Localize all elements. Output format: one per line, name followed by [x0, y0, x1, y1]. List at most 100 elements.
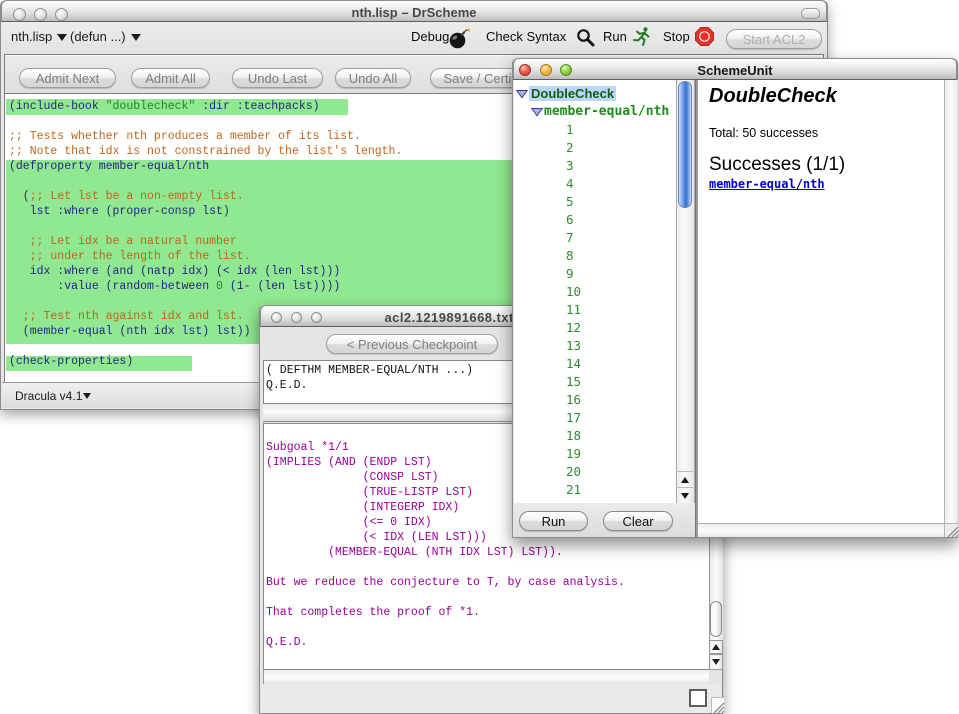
test-result-link[interactable]: member-equal/nth — [709, 177, 825, 191]
report-panel[interactable]: DoubleCheck Total: 50 successes Successe… — [698, 80, 944, 523]
code-line: (check-properties) — [9, 354, 133, 369]
toolbar-button-undo-all[interactable]: Undo All — [335, 68, 411, 88]
tree-case-item[interactable]: 9 — [566, 265, 574, 283]
defun-menu-label: (defun ...) — [70, 29, 126, 44]
code-line: ;; Note that idx is not constrained by t… — [9, 144, 402, 159]
chevron-down-icon — [131, 34, 141, 41]
report-scrollbar-track[interactable] — [944, 80, 958, 523]
proof-line: Q.E.D. — [266, 635, 307, 650]
scroll-up-arrow[interactable] — [709, 640, 723, 654]
file-popup-menu[interactable]: nth.lisp — [11, 29, 67, 44]
dracula-version-menu[interactable]: Dracula v4.1 — [15, 389, 82, 403]
proof-line: (TRUE-LISTP LST) — [266, 485, 473, 500]
up-triangle-icon — [712, 644, 720, 650]
scroll-down-arrow[interactable] — [676, 487, 693, 503]
run-tests-button[interactable]: Run — [519, 511, 588, 531]
drscheme-titlebar[interactable]: nth.lisp – DrScheme — [1, 0, 827, 22]
acl2-scrollbar-thumb[interactable] — [710, 601, 722, 637]
run-button[interactable]: Run — [603, 29, 627, 44]
tree-case-item[interactable]: 21 — [566, 481, 581, 499]
tree-case-item[interactable]: 15 — [566, 373, 581, 391]
clear-results-button[interactable]: Clear — [603, 511, 673, 531]
tree-case-item[interactable]: 3 — [566, 157, 574, 175]
code-line: :value (random-between 0 (1- (len lst)))… — [9, 279, 340, 294]
test-tree-panel[interactable]: DoubleCheck member-equal/nth 12345678910… — [514, 80, 676, 503]
tree-case-item[interactable]: 5 — [566, 193, 574, 211]
toolbar-button-admit-all[interactable]: Admit All — [131, 68, 210, 88]
code-line: (member-equal (nth idx lst) lst)) — [9, 324, 251, 339]
tree-case-item[interactable]: 19 — [566, 445, 581, 463]
tree-case-item[interactable]: 6 — [566, 211, 574, 229]
acl2-statusbar — [261, 684, 721, 713]
proof-line: (<= 0 IDX) — [266, 515, 432, 530]
down-triangle-icon — [712, 659, 720, 665]
tree-case-item[interactable]: 1 — [566, 121, 574, 139]
tree-case-item[interactable]: 18 — [566, 427, 581, 445]
tree-case-item[interactable]: 14 — [566, 355, 581, 373]
report-successes-heading: Successes (1/1) — [709, 154, 845, 176]
gc-indicator — [689, 689, 707, 707]
stop-button[interactable]: Stop — [663, 29, 690, 44]
proof-line: (MEMBER-EQUAL (NTH IDX LST) LST)). — [266, 545, 563, 560]
tree-root-label[interactable]: DoubleCheck — [529, 86, 616, 101]
proof-line: (IMPLIES (AND (ENDP LST) — [266, 455, 432, 470]
bomb-icon[interactable] — [448, 26, 470, 50]
acl2-hscrollbar-track[interactable] — [263, 670, 709, 684]
drscheme-menu-row: nth.lisp (defun ...) Debug Check Syntax … — [2, 22, 826, 54]
proof-line: Subgoal *1/1 — [266, 440, 349, 455]
code-line: ;; Let idx be a natural number — [9, 234, 237, 249]
previous-checkpoint-button[interactable]: < Previous Checkpoint — [326, 334, 498, 354]
chevron-down-icon — [83, 393, 91, 399]
proof-line: That completes the proof of *1. — [266, 605, 480, 620]
defun-popup-menu[interactable]: (defun ...) — [70, 29, 141, 44]
tree-scrollbar-thumb[interactable] — [678, 81, 692, 208]
proof-line: (INTEGERP IDX) — [266, 500, 459, 515]
toolbar-button-admit-next[interactable]: Admit Next — [19, 68, 116, 88]
report-total: Total: 50 successes — [709, 126, 818, 140]
tree-child-label[interactable]: member-equal/nth — [544, 104, 669, 119]
tree-case-item[interactable]: 20 — [566, 463, 581, 481]
code-line: (defproperty member-equal/nth — [9, 159, 209, 174]
tree-case-item[interactable]: 13 — [566, 337, 581, 355]
chevron-down-icon — [57, 34, 67, 41]
check-syntax-button[interactable]: Check Syntax — [486, 29, 566, 44]
stop-icon[interactable] — [695, 27, 714, 46]
tree-case-item[interactable]: 10 — [566, 283, 581, 301]
code-line: ;; under the length of the list. — [9, 249, 251, 264]
schemeunit-window: SchemeUnit DoubleCheck member-equal/nth … — [512, 58, 958, 538]
runner-icon[interactable] — [632, 26, 651, 48]
schemeunit-window-title: SchemeUnit — [514, 63, 956, 78]
tree-case-item[interactable]: 8 — [566, 247, 574, 265]
report-heading: DoubleCheck — [709, 85, 837, 108]
schemeunit-titlebar[interactable]: SchemeUnit — [513, 58, 957, 80]
code-line: (include-book "doublecheck" :dir :teachp… — [9, 99, 320, 114]
report-hscrollbar-track[interactable] — [698, 523, 944, 537]
tree-case-item[interactable]: 11 — [566, 301, 581, 319]
up-triangle-icon — [681, 477, 689, 483]
disclosure-triangle-icon[interactable] — [531, 106, 543, 118]
down-triangle-icon — [681, 493, 689, 499]
resize-grip[interactable] — [944, 523, 958, 537]
scroll-down-arrow[interactable] — [709, 654, 723, 670]
start-acl2-button[interactable]: Start ACL2 — [726, 29, 822, 49]
proof-line: (CONSP LST) — [266, 470, 439, 485]
code-line: ;; Tests whether nth produces a member o… — [9, 129, 361, 144]
summary-line: Q.E.D. — [266, 378, 307, 393]
toolbar-button-undo-last[interactable]: Undo Last — [232, 68, 323, 88]
tree-case-item[interactable]: 2 — [566, 139, 574, 157]
resize-grip[interactable] — [711, 697, 724, 713]
tree-case-item[interactable]: 16 — [566, 391, 581, 409]
code-line: lst :where (proper-consp lst) — [9, 204, 230, 219]
tree-case-item[interactable]: 17 — [566, 409, 581, 427]
summary-line: ( DEFTHM MEMBER-EQUAL/NTH ...) — [266, 363, 473, 378]
disclosure-triangle-icon[interactable] — [516, 88, 528, 100]
drscheme-window-title: nth.lisp – DrScheme — [2, 5, 826, 20]
toolbar-toggle-lozenge[interactable] — [801, 8, 820, 19]
magnifier-icon[interactable] — [576, 28, 595, 47]
file-menu-label: nth.lisp — [11, 29, 52, 44]
tree-case-item[interactable]: 12 — [566, 319, 581, 337]
tree-case-item[interactable]: 7 — [566, 229, 574, 247]
tree-case-item[interactable]: 4 — [566, 175, 574, 193]
debug-button[interactable]: Debug — [411, 29, 449, 44]
scroll-up-arrow[interactable] — [676, 471, 693, 487]
